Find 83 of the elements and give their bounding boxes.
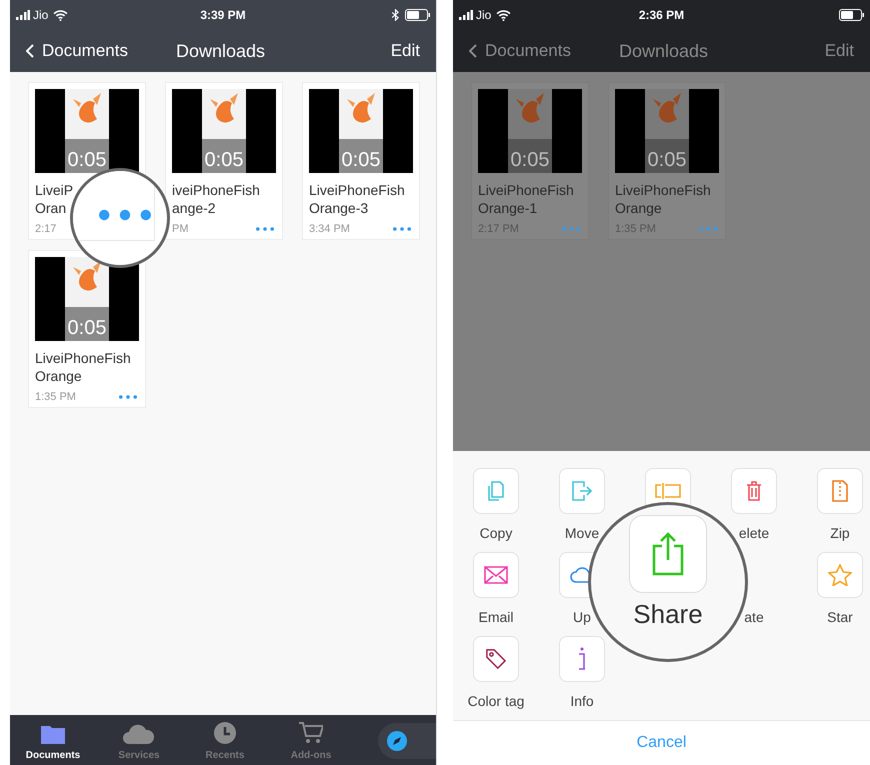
file-name: Orange-1 (478, 199, 538, 217)
battery-icon (405, 9, 430, 21)
file-time: 2:17 (35, 222, 56, 237)
compass-icon (387, 731, 407, 751)
folder-icon (41, 724, 65, 744)
more-icon[interactable] (256, 227, 274, 232)
video-duration: 0:05 (340, 148, 382, 172)
file-name: Orange (35, 367, 83, 385)
file-card[interactable]: 0:05 iveiPhoneFish ange-2 PM (165, 82, 283, 240)
status-time: 2:36 PM (638, 7, 684, 24)
action-button[interactable] (473, 552, 519, 598)
action-label: Zip (830, 524, 850, 542)
video-duration: 0:05 (646, 148, 688, 172)
tab-bar-item[interactable]: Recents (182, 722, 268, 763)
cloud-icon (123, 724, 155, 744)
action-label: Copy (480, 524, 512, 542)
more-icon[interactable] (393, 227, 411, 232)
envelope-icon (484, 566, 508, 584)
battery-icon (839, 9, 864, 21)
wifi-icon (53, 10, 68, 20)
trash-icon (746, 481, 762, 501)
status-time: 3:39 PM (200, 7, 246, 24)
action-label: Email (478, 608, 514, 626)
share-button[interactable] (629, 515, 707, 593)
copy-icon (488, 481, 504, 501)
file-time: 3:34 PM (309, 222, 350, 237)
file-name: Orange (615, 199, 663, 217)
screen-title: Downloads (176, 40, 266, 62)
rename-icon (655, 483, 681, 499)
tab-bar-item[interactable]: Add-ons (268, 722, 354, 763)
carrier-name: Jio (33, 7, 48, 24)
browser-button[interactable] (378, 723, 436, 759)
screen-title: Downloads (619, 40, 708, 62)
action-label: Move (564, 524, 600, 542)
action-label: Info (570, 692, 594, 710)
file-name: LiveiPhoneFish (615, 181, 712, 199)
file-card[interactable]: 0:05 LiveiPhoneFish Orange-3 3:34 PM (302, 82, 420, 240)
clock-icon (214, 722, 236, 744)
file-time: PM (172, 222, 188, 237)
signal-icon (459, 10, 473, 20)
action-label: Star (827, 608, 853, 626)
star-icon (828, 564, 852, 586)
file-name: Orange-3 (309, 199, 370, 217)
tab-bar-item[interactable]: Services (96, 724, 182, 763)
more-icon[interactable] (119, 395, 137, 400)
chevron-left-icon (26, 44, 34, 58)
zip-file-icon (832, 480, 848, 502)
share-label: Share (633, 599, 703, 629)
file-name: iveiPhoneFish (172, 181, 261, 199)
signal-icon (16, 10, 30, 20)
edit-button[interactable]: Edit (390, 38, 420, 64)
bluetooth-icon (392, 9, 400, 21)
video-duration: 0:05 (66, 316, 108, 340)
action-button[interactable] (731, 468, 777, 514)
tag-icon (486, 649, 506, 669)
share-icon (652, 532, 684, 576)
file-card[interactable]: 0:05 LiveiPhoneFish Orange 1:35 PM (28, 250, 146, 408)
carrier-name: Jio (476, 7, 492, 24)
move-icon (572, 481, 592, 501)
back-button[interactable]: Documents (469, 38, 571, 64)
more-icon[interactable] (99, 208, 151, 222)
file-name: LiveiPhoneFish (35, 349, 132, 367)
file-time: 1:35 PM (35, 390, 76, 405)
video-duration: 0:05 (204, 148, 244, 172)
tab-bar-item[interactable]: Documents (10, 724, 96, 763)
action-label: elete (738, 524, 770, 542)
file-name: ange-2 (172, 199, 217, 217)
action-label: Up (573, 608, 591, 626)
action-button[interactable] (473, 636, 519, 682)
action-label: Color tag (468, 692, 524, 710)
video-duration: 0:05 (510, 148, 550, 172)
file-name: LiveiPhoneFish (478, 181, 575, 199)
cart-icon (299, 722, 323, 744)
video-duration: 0:05 (66, 148, 108, 172)
info-icon (577, 647, 587, 671)
back-button[interactable]: Documents (26, 38, 128, 64)
edit-button[interactable]: Edit (824, 38, 854, 64)
file-name: Oran (35, 199, 68, 217)
action-label: ate (744, 608, 764, 626)
wifi-icon (496, 10, 512, 20)
chevron-left-icon (469, 44, 477, 58)
file-name: LiveiP (35, 181, 74, 199)
file-name: LiveiPhoneFish (309, 181, 406, 199)
